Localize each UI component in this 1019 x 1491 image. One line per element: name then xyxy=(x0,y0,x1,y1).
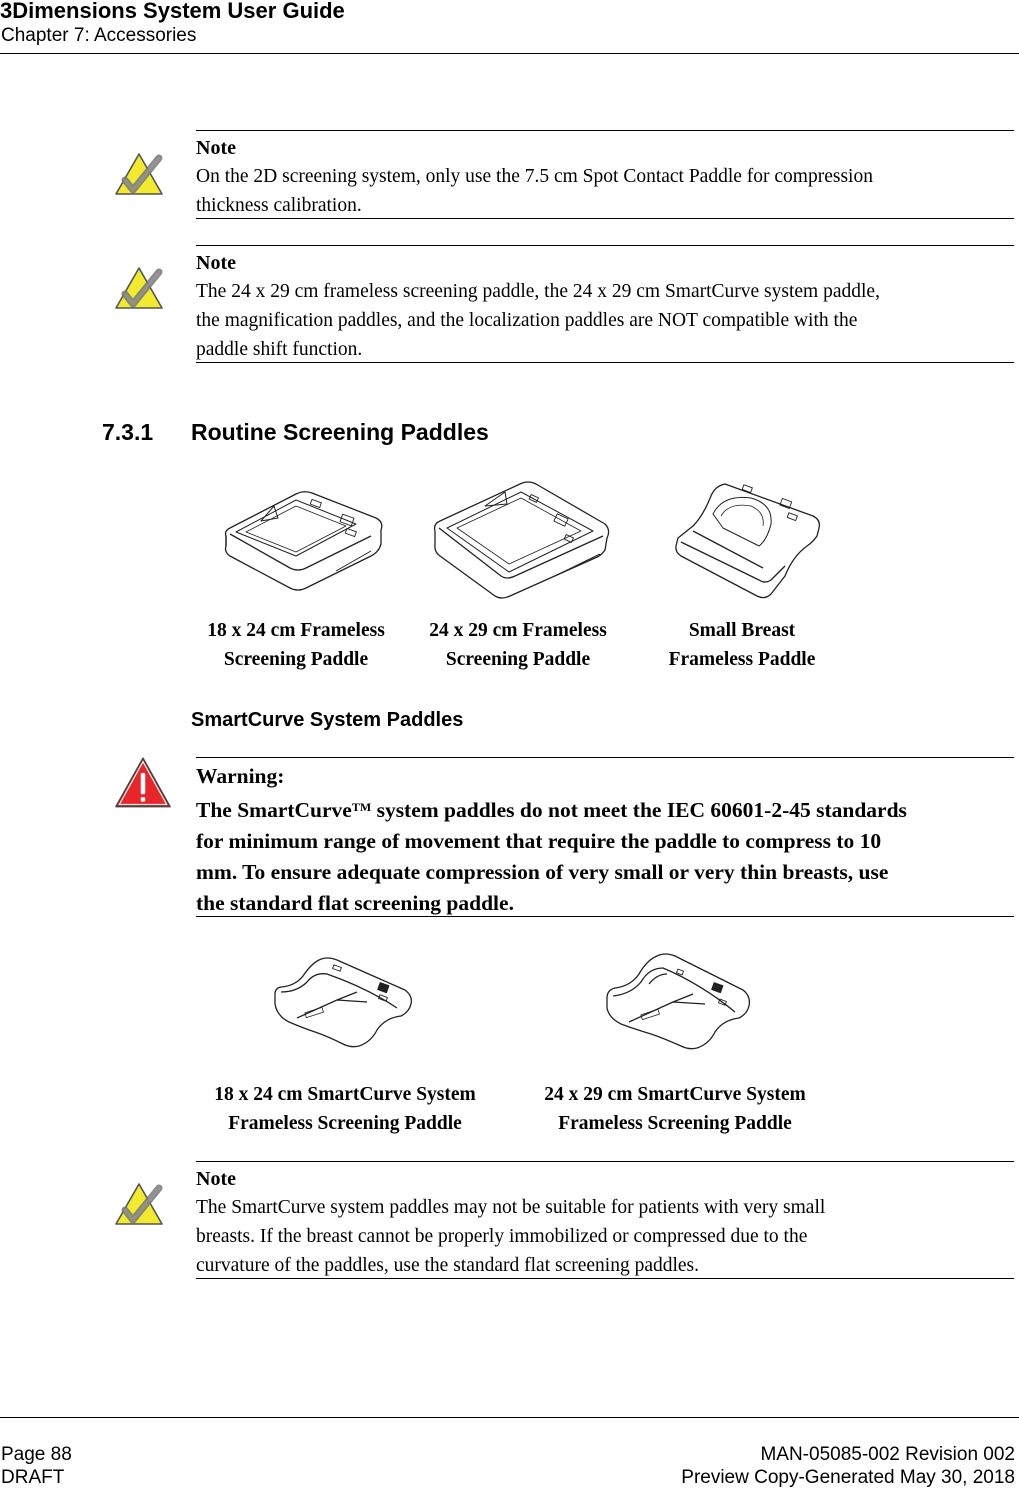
note-check-icon xyxy=(113,150,165,198)
caption-18x24-frameless: 18 x 24 cm Frameless Screening Paddle xyxy=(186,616,406,674)
warning-text: The SmartCurve xyxy=(196,798,352,822)
paddle-18x24-smartcurve-image xyxy=(274,957,413,1048)
note-line: thickness calibration. xyxy=(196,195,362,216)
caption-24x29-frameless: 24 x 29 cm Frameless Screening Paddle xyxy=(408,616,628,674)
header-divider xyxy=(0,53,1019,54)
paddle-18x24-frameless xyxy=(196,476,396,601)
paddle-18x24-smartcurve xyxy=(262,952,422,1052)
warning-line: for minimum range of movement that requi… xyxy=(196,829,882,853)
draft-label: DRAFT xyxy=(1,1467,65,1488)
warning-line: mm. To ensure adequate compression of ve… xyxy=(196,860,889,884)
subsection-title: SmartCurve System Paddles xyxy=(191,709,464,731)
caption-line: 18 x 24 cm SmartCurve System xyxy=(214,1084,476,1105)
note-line: breasts. If the breast cannot be properl… xyxy=(196,1226,808,1247)
paddle-18x24-frameless-image xyxy=(224,491,383,591)
caption-line: 18 x 24 cm Frameless xyxy=(207,620,385,641)
document-id: MAN-05085-002 Revision 002 xyxy=(760,1444,1015,1465)
note-check-icon xyxy=(113,264,165,312)
warning-heading: Warning: xyxy=(196,764,285,788)
warning-text: system paddles do not meet the IEC 60601… xyxy=(371,798,907,822)
warning-line: The SmartCurveTM system paddles do not m… xyxy=(196,792,1014,826)
note-line: The 24 x 29 cm frameless screening paddl… xyxy=(196,281,880,302)
note-line: On the 2D screening system, only use the… xyxy=(196,166,873,187)
note-paddle-shift: Note The 24 x 29 cm frameless screening … xyxy=(196,245,1014,363)
caption-line: Screening Paddle xyxy=(445,649,591,670)
note-heading: Note xyxy=(196,137,236,159)
chapter-title: Chapter 7: Accessories xyxy=(1,25,197,46)
paddle-24x29-smartcurve-image xyxy=(605,953,750,1050)
note-line: The SmartCurve system paddles may not be… xyxy=(196,1197,826,1218)
generated-date: Preview Copy-Generated May 30, 2018 xyxy=(681,1467,1015,1488)
guide-title: 3Dimensions System User Guide xyxy=(0,0,345,23)
section-title: Routine Screening Paddles xyxy=(191,419,489,445)
caption-line: Screening Paddle xyxy=(223,649,369,670)
caption-line: Frameless Paddle xyxy=(668,649,816,670)
note-line: paddle shift function. xyxy=(196,339,363,360)
warning-smartcurve: Warning: The SmartCurveTM system paddles… xyxy=(196,757,1014,917)
note-compression-calibration: Note On the 2D screening system, only us… xyxy=(196,130,1014,219)
paddle-24x29-frameless xyxy=(420,476,620,601)
page-number: Page 88 xyxy=(1,1444,72,1465)
section-number: 7.3.1 xyxy=(102,419,154,445)
caption-line: Frameless Screening Paddle xyxy=(228,1113,462,1134)
paddle-24x29-smartcurve xyxy=(598,950,758,1055)
note-line: curvature of the paddles, use the standa… xyxy=(196,1255,700,1276)
paddle-small-breast-frameless-image xyxy=(674,483,820,599)
note-heading: Note xyxy=(196,1168,236,1190)
footer-divider xyxy=(0,1417,1019,1418)
caption-24x29-smartcurve: 24 x 29 cm SmartCurve System Frameless S… xyxy=(515,1080,835,1138)
caption-18x24-smartcurve: 18 x 24 cm SmartCurve System Frameless S… xyxy=(185,1080,505,1138)
note-line: the magnification paddles, and the local… xyxy=(196,310,858,331)
warning-triangle-icon xyxy=(113,756,173,810)
warning-line: the standard flat screening paddle. xyxy=(196,891,514,915)
caption-small-breast-frameless: Small Breast Frameless Paddle xyxy=(632,616,852,674)
caption-line: 24 x 29 cm Frameless xyxy=(429,620,607,641)
paddle-24x29-frameless-image xyxy=(433,481,610,599)
note-smartcurve-suitability: Note The SmartCurve system paddles may n… xyxy=(196,1161,1014,1279)
note-check-icon xyxy=(113,1180,165,1228)
caption-line: Frameless Screening Paddle xyxy=(558,1113,792,1134)
caption-line: Small Breast xyxy=(688,620,796,641)
note-heading: Note xyxy=(196,252,236,274)
paddle-small-breast-frameless xyxy=(655,476,830,601)
caption-line: 24 x 29 cm SmartCurve System xyxy=(544,1084,806,1105)
trademark-symbol: TM xyxy=(351,800,372,814)
